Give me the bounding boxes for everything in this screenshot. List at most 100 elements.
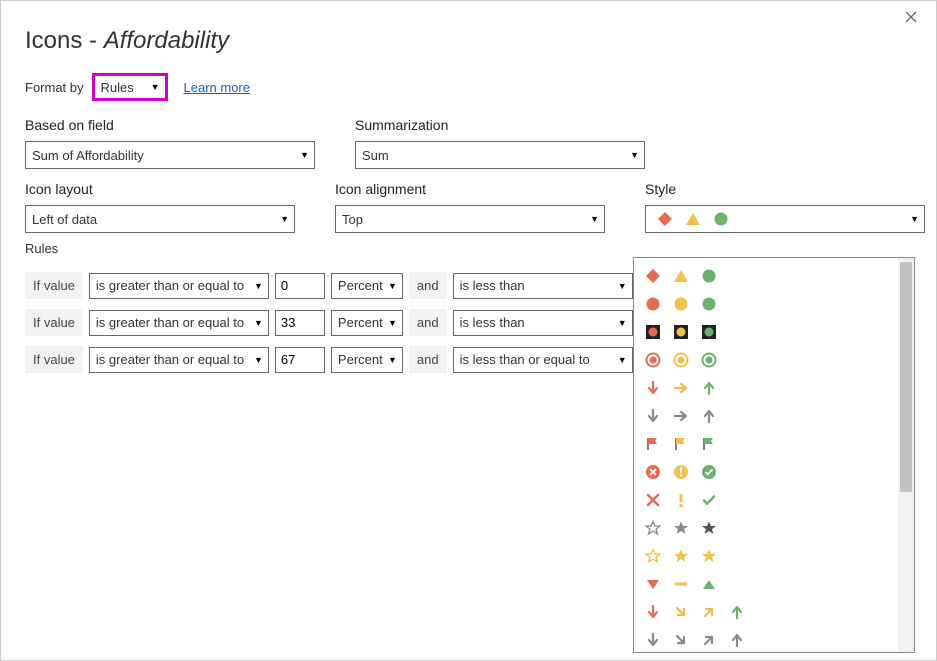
diamond-icon (656, 210, 674, 228)
style-option-ring-circles[interactable] (642, 346, 910, 374)
arrow-up-icon (700, 407, 718, 425)
if-value-label: If value (25, 309, 83, 336)
summarization-value: Sum (362, 148, 389, 163)
style-option-diamond-triangle-circle[interactable] (642, 262, 910, 290)
format-by-dropdown[interactable]: Rules (94, 75, 166, 99)
arrow-down-icon (644, 603, 662, 621)
boxed-circle-icon (672, 323, 690, 341)
rule-op1-dropdown[interactable]: is greater than or equal to (89, 310, 269, 336)
rule-unit1-dropdown[interactable]: Percent (331, 347, 403, 373)
arrow-dr-icon (672, 631, 690, 649)
circle-icon (672, 295, 690, 313)
flag-icon (672, 435, 690, 453)
if-value-label: If value (25, 346, 83, 373)
title-field: Affordability (104, 27, 229, 54)
arrow-down-icon (644, 631, 662, 649)
rule-op2-dropdown[interactable]: is less than or equal to (453, 347, 633, 373)
icons-dialog: Icons - Affordability Format by Rules Le… (0, 0, 937, 661)
dialog-title: Icons - Affordability (25, 27, 912, 55)
triangle-icon (684, 210, 702, 228)
star-icon (700, 547, 718, 565)
format-by-label: Format by (25, 80, 84, 95)
circle-check-icon (700, 463, 718, 481)
boxed-circle-icon (644, 323, 662, 341)
style-option-tri-bar[interactable] (642, 570, 910, 598)
tri-down-icon (644, 575, 662, 593)
learn-more-link[interactable]: Learn more (184, 80, 250, 95)
rule-op1-dropdown[interactable]: is greater than or equal to (89, 273, 269, 299)
style-option-symbols[interactable] (642, 486, 910, 514)
style-option-flags[interactable] (642, 430, 910, 458)
and-label: and (409, 346, 447, 373)
rule-op2-dropdown[interactable]: is less than (453, 273, 633, 299)
star-outline-icon (644, 547, 662, 565)
style-option-status-badges[interactable] (642, 458, 910, 486)
star-icon (700, 519, 718, 537)
style-option-arrows-4-colored[interactable] (642, 598, 910, 626)
arrow-down-icon (644, 407, 662, 425)
x-mark-icon (644, 491, 662, 509)
check-icon (700, 491, 718, 509)
arrow-right-icon (672, 407, 690, 425)
style-dropdown[interactable] (645, 205, 925, 233)
bar-h-icon (672, 575, 690, 593)
and-label: and (409, 272, 447, 299)
boxed-circle-icon (700, 323, 718, 341)
arrow-up-icon (728, 603, 746, 621)
summarization-dropdown[interactable]: Sum (355, 141, 645, 169)
style-option-arrows-gray[interactable] (642, 402, 910, 430)
rule-unit1-dropdown[interactable]: Percent (331, 273, 403, 299)
flag-icon (644, 435, 662, 453)
ring-circle-icon (672, 351, 690, 369)
close-button[interactable] (898, 9, 924, 25)
arrow-ur-icon (700, 603, 718, 621)
star-icon (672, 519, 690, 537)
flag-icon (700, 435, 718, 453)
diamond-icon (644, 267, 662, 285)
icon-alignment-dropdown[interactable]: Top (335, 205, 605, 233)
style-option-three-circles[interactable] (642, 290, 910, 318)
style-option-traffic-dark[interactable] (642, 318, 910, 346)
circle-icon (644, 295, 662, 313)
icon-layout-dropdown[interactable]: Left of data (25, 205, 295, 233)
rule-unit1-dropdown[interactable]: Percent (331, 310, 403, 336)
icon-alignment-value: Top (342, 212, 363, 227)
based-on-field-dropdown[interactable]: Sum of Affordability (25, 141, 315, 169)
summarization-label: Summarization (355, 117, 645, 133)
arrow-down-icon (644, 379, 662, 397)
icon-alignment-label: Icon alignment (335, 181, 605, 197)
title-prefix: Icons - (25, 27, 104, 54)
style-option-stars-gold[interactable] (642, 542, 910, 570)
tri-up-icon (700, 575, 718, 593)
close-icon (904, 10, 918, 24)
style-options-panel (633, 257, 915, 653)
style-option-arrows-4-gray[interactable] (642, 626, 910, 653)
style-selected-preview (652, 210, 730, 228)
arrow-right-icon (672, 379, 690, 397)
rule-op1-dropdown[interactable]: is greater than or equal to (89, 347, 269, 373)
icon-layout-value: Left of data (32, 212, 97, 227)
star-icon (672, 547, 690, 565)
circle-bang-icon (672, 463, 690, 481)
rules-section-label: Rules (25, 241, 912, 256)
circle-icon (700, 267, 718, 285)
rule-value1-input[interactable] (275, 347, 325, 373)
based-on-field-value: Sum of Affordability (32, 148, 144, 163)
rule-value1-input[interactable] (275, 273, 325, 299)
if-value-label: If value (25, 272, 83, 299)
style-option-arrows-colored[interactable] (642, 374, 910, 402)
circle-icon (712, 210, 730, 228)
rule-op2-dropdown[interactable]: is less than (453, 310, 633, 336)
rule-value1-input[interactable] (275, 310, 325, 336)
circle-icon (700, 295, 718, 313)
scrollbar-thumb[interactable] (900, 262, 912, 492)
circle-x-icon (644, 463, 662, 481)
arrow-up-icon (700, 379, 718, 397)
style-label: Style (645, 181, 925, 197)
bang-icon (672, 491, 690, 509)
arrow-dr-icon (672, 603, 690, 621)
style-panel-scrollbar[interactable] (898, 258, 914, 652)
arrow-up-icon (728, 631, 746, 649)
icon-layout-label: Icon layout (25, 181, 295, 197)
style-option-stars-gray[interactable] (642, 514, 910, 542)
